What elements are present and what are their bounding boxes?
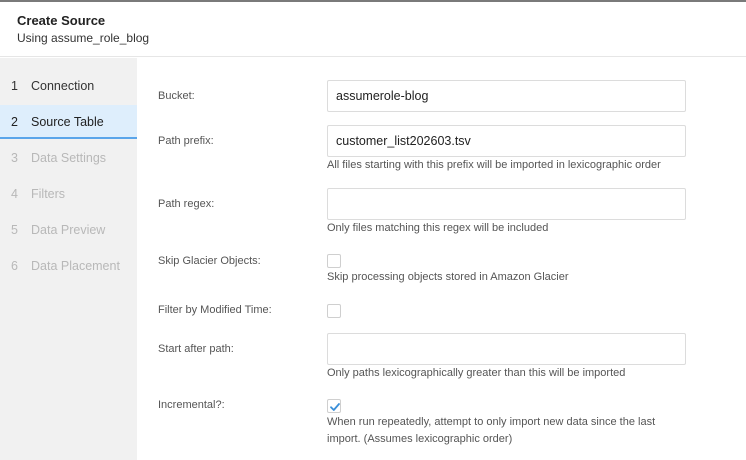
step-number: 2 [11,115,18,129]
dialog-subtitle: Using assume_role_blog [17,31,150,45]
incremental-checkbox[interactable] [327,399,341,413]
wizard-steps: 1 Connection 2 Source Table 3 Data Setti… [0,58,137,460]
skip-glacier-help: Skip processing objects stored in Amazon… [327,271,569,283]
path-prefix-label: Path prefix: [158,135,214,147]
check-icon [330,403,340,411]
dialog-title: Create Source [17,13,106,28]
step-number: 1 [11,79,18,93]
step-data-preview[interactable]: 5 Data Preview [0,213,137,247]
incremental-help-line1: When run repeatedly, attempt to only imp… [327,416,656,428]
step-number: 6 [11,259,18,273]
step-data-placement[interactable]: 6 Data Placement [0,249,137,283]
start-after-label: Start after path: [158,343,234,355]
step-label: Connection [31,79,95,93]
step-label: Data Placement [31,259,120,273]
filter-modified-label: Filter by Modified Time: [158,304,272,316]
incremental-help-line2: import. (Assumes lexicographic order) [327,433,513,445]
skip-glacier-checkbox[interactable] [327,254,341,268]
step-label: Data Preview [31,223,106,237]
source-table-form: Bucket: Path prefix: All files starting … [137,58,746,460]
path-regex-help: Only files matching this regex will be i… [327,222,549,234]
path-regex-input[interactable] [327,188,686,220]
start-after-help: Only paths lexicographically greater tha… [327,367,626,379]
dialog-header: Create Source Using assume_role_blog [0,2,746,57]
step-number: 3 [11,151,18,165]
step-number: 5 [11,223,18,237]
step-number: 4 [11,187,18,201]
path-regex-label: Path regex: [158,198,215,210]
step-data-settings[interactable]: 3 Data Settings [0,141,137,175]
incremental-label: Incremental?: [158,399,225,411]
path-prefix-input[interactable] [327,125,686,157]
path-prefix-help: All files starting with this prefix will… [327,159,661,171]
step-label: Source Table [31,115,104,129]
start-after-input[interactable] [327,333,686,365]
step-label: Data Settings [31,151,107,165]
step-filters[interactable]: 4 Filters [0,177,137,211]
step-label: Filters [31,187,66,201]
step-source-table[interactable]: 2 Source Table [0,105,137,139]
filter-modified-checkbox[interactable] [327,304,341,318]
skip-glacier-label: Skip Glacier Objects: [158,255,261,267]
bucket-label: Bucket: [158,90,195,102]
bucket-input[interactable] [327,80,686,112]
step-connection[interactable]: 1 Connection [0,69,137,103]
